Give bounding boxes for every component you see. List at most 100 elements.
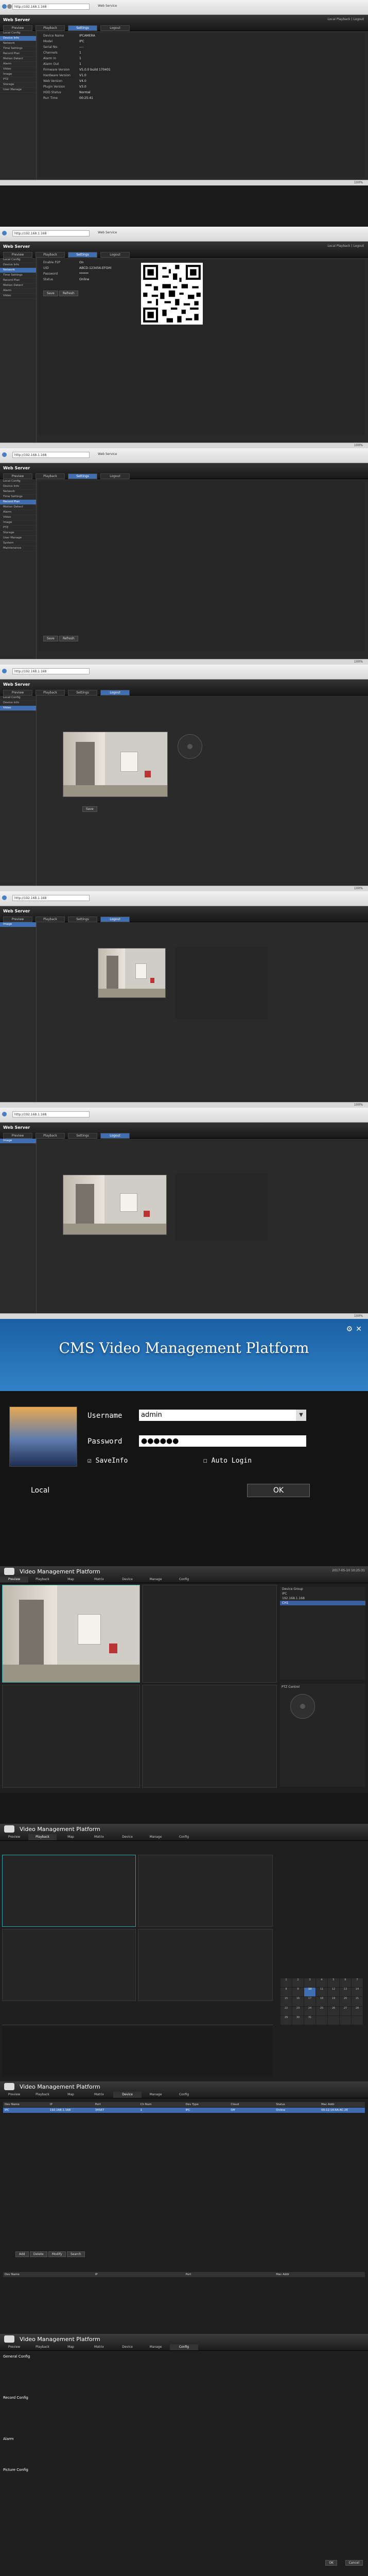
add-button[interactable]: Add: [15, 2251, 29, 2257]
sidebar-item-network[interactable]: Network: [0, 268, 36, 273]
password-field[interactable]: ●●●●●●: [139, 1435, 306, 1447]
browser-tab-title[interactable]: Web Service: [98, 4, 117, 8]
sidebar-item[interactable]: Motion Detect: [0, 57, 36, 62]
sidebar-item-record-plan[interactable]: Record Plan: [0, 500, 36, 505]
tree-device-ip[interactable]: 192.168.1.168: [280, 1596, 365, 1601]
sidebar-item[interactable]: Device Info: [0, 701, 36, 706]
sidebar-item[interactable]: Local Config: [0, 31, 36, 36]
address-bar[interactable]: http://192.168.1.168: [12, 230, 90, 236]
save-button[interactable]: Save: [43, 636, 58, 641]
menu-map[interactable]: Map: [57, 1834, 85, 1840]
tab-settings[interactable]: Settings: [68, 252, 97, 258]
browser-tab-title[interactable]: Web Service: [98, 231, 117, 234]
calendar[interactable]: 1234567 8 9 10 11 12 13 14 15 16 17 18 19 20 21 22 23…: [281, 1978, 363, 2025]
tab-playback[interactable]: Playback: [36, 252, 65, 258]
close-icon[interactable]: ✕: [356, 1325, 362, 1333]
back-icon[interactable]: [2, 231, 7, 235]
modify-button[interactable]: Modify: [48, 2251, 66, 2257]
menu-playback[interactable]: Playback: [28, 1577, 57, 1583]
auto-login-checkbox[interactable]: ☐ Auto Login: [203, 1457, 252, 1465]
video-cell-3[interactable]: [2, 1685, 140, 1788]
sidebar-item-device-info[interactable]: Device Info: [0, 36, 36, 41]
logout-link[interactable]: Local Playback | Logout: [327, 18, 364, 21]
menu-config[interactable]: Config: [170, 1834, 198, 1840]
playback-cell-4[interactable]: [138, 1929, 273, 2001]
menu-device[interactable]: Device: [113, 2092, 142, 2098]
ptz-joystick[interactable]: [178, 734, 202, 759]
playback-cell-1[interactable]: [2, 1855, 136, 1927]
timeline[interactable]: [2, 2025, 273, 2077]
tab-playback[interactable]: Playback: [36, 1133, 65, 1139]
save-info-checkbox[interactable]: ☑ SaveInfo: [87, 1457, 128, 1465]
sidebar-item[interactable]: PTZ: [0, 77, 36, 82]
tab-logout[interactable]: Logout: [100, 473, 130, 479]
menu-matrix[interactable]: Matrix: [85, 2092, 113, 2098]
tab-preview[interactable]: Preview: [3, 252, 32, 258]
sidebar-item[interactable]: Alarm: [0, 62, 36, 67]
sidebar-item[interactable]: System: [0, 541, 36, 546]
tab-logout[interactable]: Logout: [100, 1133, 130, 1139]
address-bar[interactable]: http://192.168.1.168: [12, 895, 90, 901]
cancel-button[interactable]: Cancel: [345, 2560, 363, 2566]
search-button[interactable]: Search: [66, 2251, 85, 2257]
sidebar-item[interactable]: Video: [0, 515, 36, 520]
menu-playback[interactable]: Playback: [28, 2344, 57, 2350]
table-row[interactable]: IPC 192.168.1.168 34567 1 IPC Off Online 00:12:…: [3, 2108, 365, 2113]
menu-manage[interactable]: Manage: [142, 1577, 170, 1583]
video-cell-1[interactable]: [2, 1585, 140, 1683]
sidebar-item[interactable]: User Manage: [0, 536, 36, 541]
sidebar-item[interactable]: Device Info: [0, 263, 36, 268]
menu-map[interactable]: Map: [57, 2092, 85, 2098]
menu-config[interactable]: Config: [170, 2092, 198, 2098]
address-bar[interactable]: http://192.168.1.168: [12, 4, 90, 10]
sidebar-item[interactable]: Local Config: [0, 696, 36, 701]
menu-preview[interactable]: Preview: [0, 1834, 28, 1840]
tab-preview[interactable]: Preview: [3, 25, 32, 31]
back-icon[interactable]: [2, 4, 7, 9]
menu-device[interactable]: Device: [113, 1577, 142, 1583]
camera-view[interactable]: [98, 948, 166, 998]
menu-matrix[interactable]: Matrix: [85, 1834, 113, 1840]
menu-preview[interactable]: Preview: [0, 1577, 28, 1583]
video-cell-2[interactable]: [142, 1585, 277, 1683]
menu-matrix[interactable]: Matrix: [85, 1577, 113, 1583]
sidebar-item[interactable]: PTZ: [0, 526, 36, 531]
sidebar-item[interactable]: Video: [0, 67, 36, 72]
username-field[interactable]: admin: [139, 1410, 304, 1421]
back-icon[interactable]: [2, 1112, 7, 1116]
tab-logout[interactable]: Logout: [100, 252, 130, 258]
sidebar-item[interactable]: Image: [0, 520, 36, 526]
sidebar-item[interactable]: Motion Detect: [0, 283, 36, 289]
menu-device[interactable]: Device: [113, 2344, 142, 2350]
tab-preview[interactable]: Preview: [3, 1133, 32, 1139]
sidebar-item[interactable]: Device Info: [0, 484, 36, 489]
refresh-button[interactable]: Refresh: [59, 636, 78, 641]
tab-logout[interactable]: Logout: [100, 25, 130, 31]
logout-link[interactable]: Local Playback | Logout: [327, 244, 364, 248]
tab-settings[interactable]: Settings: [68, 25, 97, 31]
tab-settings[interactable]: Settings: [68, 690, 97, 696]
sidebar-item[interactable]: Video: [0, 294, 36, 299]
sidebar-item[interactable]: Record Plan: [0, 278, 36, 283]
menu-config[interactable]: Config: [170, 1577, 198, 1583]
tab-settings[interactable]: Settings: [68, 917, 97, 922]
menu-manage[interactable]: Manage: [142, 2092, 170, 2098]
address-bar[interactable]: http://192.168.1.168: [12, 452, 90, 458]
video-cell-4[interactable]: [142, 1685, 277, 1788]
menu-map[interactable]: Map: [57, 2344, 85, 2350]
tab-playback[interactable]: Playback: [36, 917, 65, 922]
sidebar-item-selected[interactable]: Image: [0, 922, 36, 927]
refresh-button[interactable]: Refresh: [59, 291, 78, 296]
sidebar-item[interactable]: Time Settings: [0, 46, 36, 52]
menu-playback[interactable]: Playback: [28, 2092, 57, 2098]
back-icon[interactable]: [2, 452, 7, 457]
menu-preview[interactable]: Preview: [0, 2344, 28, 2350]
tree-group[interactable]: Device Group: [280, 1587, 365, 1591]
sidebar-item[interactable]: Time Settings: [0, 495, 36, 500]
tab-preview[interactable]: Preview: [3, 473, 32, 479]
address-bar[interactable]: http://192.168.1.168: [12, 1111, 90, 1117]
tree-device[interactable]: IPC: [280, 1591, 365, 1596]
tab-logout[interactable]: Logout: [100, 690, 130, 696]
camera-view[interactable]: [63, 732, 168, 797]
sidebar-item[interactable]: Image: [0, 72, 36, 77]
